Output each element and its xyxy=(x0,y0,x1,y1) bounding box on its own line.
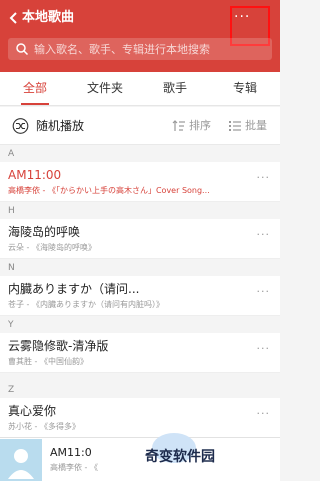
section-letter-y: Y xyxy=(0,317,280,333)
song-more-button[interactable]: ··· xyxy=(257,342,271,355)
song-more-button[interactable]: ··· xyxy=(257,171,271,184)
tab-all[interactable]: 全部 xyxy=(0,72,70,105)
section-letter-h: H xyxy=(0,203,280,219)
tab-album[interactable]: 专辑 xyxy=(210,72,280,105)
person-icon xyxy=(8,449,34,479)
player-song-title: AM11:0 xyxy=(50,446,92,459)
song-more-button[interactable]: ··· xyxy=(257,407,271,420)
song-title: 海陵岛的呼唤 xyxy=(8,225,81,239)
tab-bar: 全部 文件夹 歌手 专辑 xyxy=(0,72,280,106)
song-row[interactable]: 云雾隐修歌-清净版 曹其胜 - 《中国仙韵》 ··· xyxy=(0,333,280,373)
song-subtitle: 曹其胜 - 《中国仙韵》 xyxy=(8,357,88,366)
section-letter-n: N xyxy=(0,260,280,276)
song-more-button[interactable]: ··· xyxy=(257,285,271,298)
song-row[interactable]: AM11:00 高橋李依 - 《「からかい上手の高木さん」Cover Song.… xyxy=(0,162,280,202)
back-arrow-icon[interactable] xyxy=(6,10,22,26)
search-input[interactable] xyxy=(34,38,268,60)
batch-button[interactable]: 批量 xyxy=(245,118,267,134)
tab-folder[interactable]: 文件夹 xyxy=(70,72,140,105)
song-row[interactable]: 内臓ありますか（请问... 苍子 - 《内臓ありますか（请问有内脏吗）》 ··· xyxy=(0,276,280,316)
sort-icon[interactable] xyxy=(172,119,186,133)
song-title: 内臓ありますか（请问... xyxy=(8,282,140,296)
song-more-button[interactable]: ··· xyxy=(257,228,271,241)
player-song-subtitle: 高橋李依 - 《 xyxy=(50,463,98,472)
song-subtitle: 云朵 - 《海陵岛的呼唤》 xyxy=(8,243,96,252)
watermark-logo: 奇变软件园 xyxy=(140,430,220,481)
song-row[interactable]: 海陵岛的呼唤 云朵 - 《海陵岛的呼唤》 ··· xyxy=(0,219,280,259)
shuffle-play-button[interactable]: 随机播放 xyxy=(36,118,84,134)
tab-singer[interactable]: 歌手 xyxy=(140,72,210,105)
song-title: 真心爱你 xyxy=(8,404,57,418)
page-title: 本地歌曲 xyxy=(22,10,75,25)
song-title: AM11:00 xyxy=(8,168,62,182)
search-bar[interactable] xyxy=(8,38,272,60)
search-icon xyxy=(16,43,29,56)
album-cover[interactable] xyxy=(0,439,42,481)
song-subtitle: 高橋李依 - 《「からかい上手の高木さん」Cover Song... xyxy=(8,186,210,195)
watermark-text: 奇变软件园 xyxy=(145,449,215,465)
title-bar: 本地歌曲 ··· xyxy=(0,0,280,72)
song-title: 云雾隐修歌-清净版 xyxy=(8,339,109,353)
section-letter-a: A xyxy=(0,146,280,162)
shuffle-icon[interactable] xyxy=(12,118,29,134)
action-row: 随机播放 排序 批量 xyxy=(0,107,280,145)
sort-button[interactable]: 排序 xyxy=(189,118,211,134)
batch-list-icon[interactable] xyxy=(228,119,242,133)
song-subtitle: 苍子 - 《内臓ありますか（请问有内脏吗）》 xyxy=(8,300,164,309)
section-letter-z: Z xyxy=(0,382,280,398)
